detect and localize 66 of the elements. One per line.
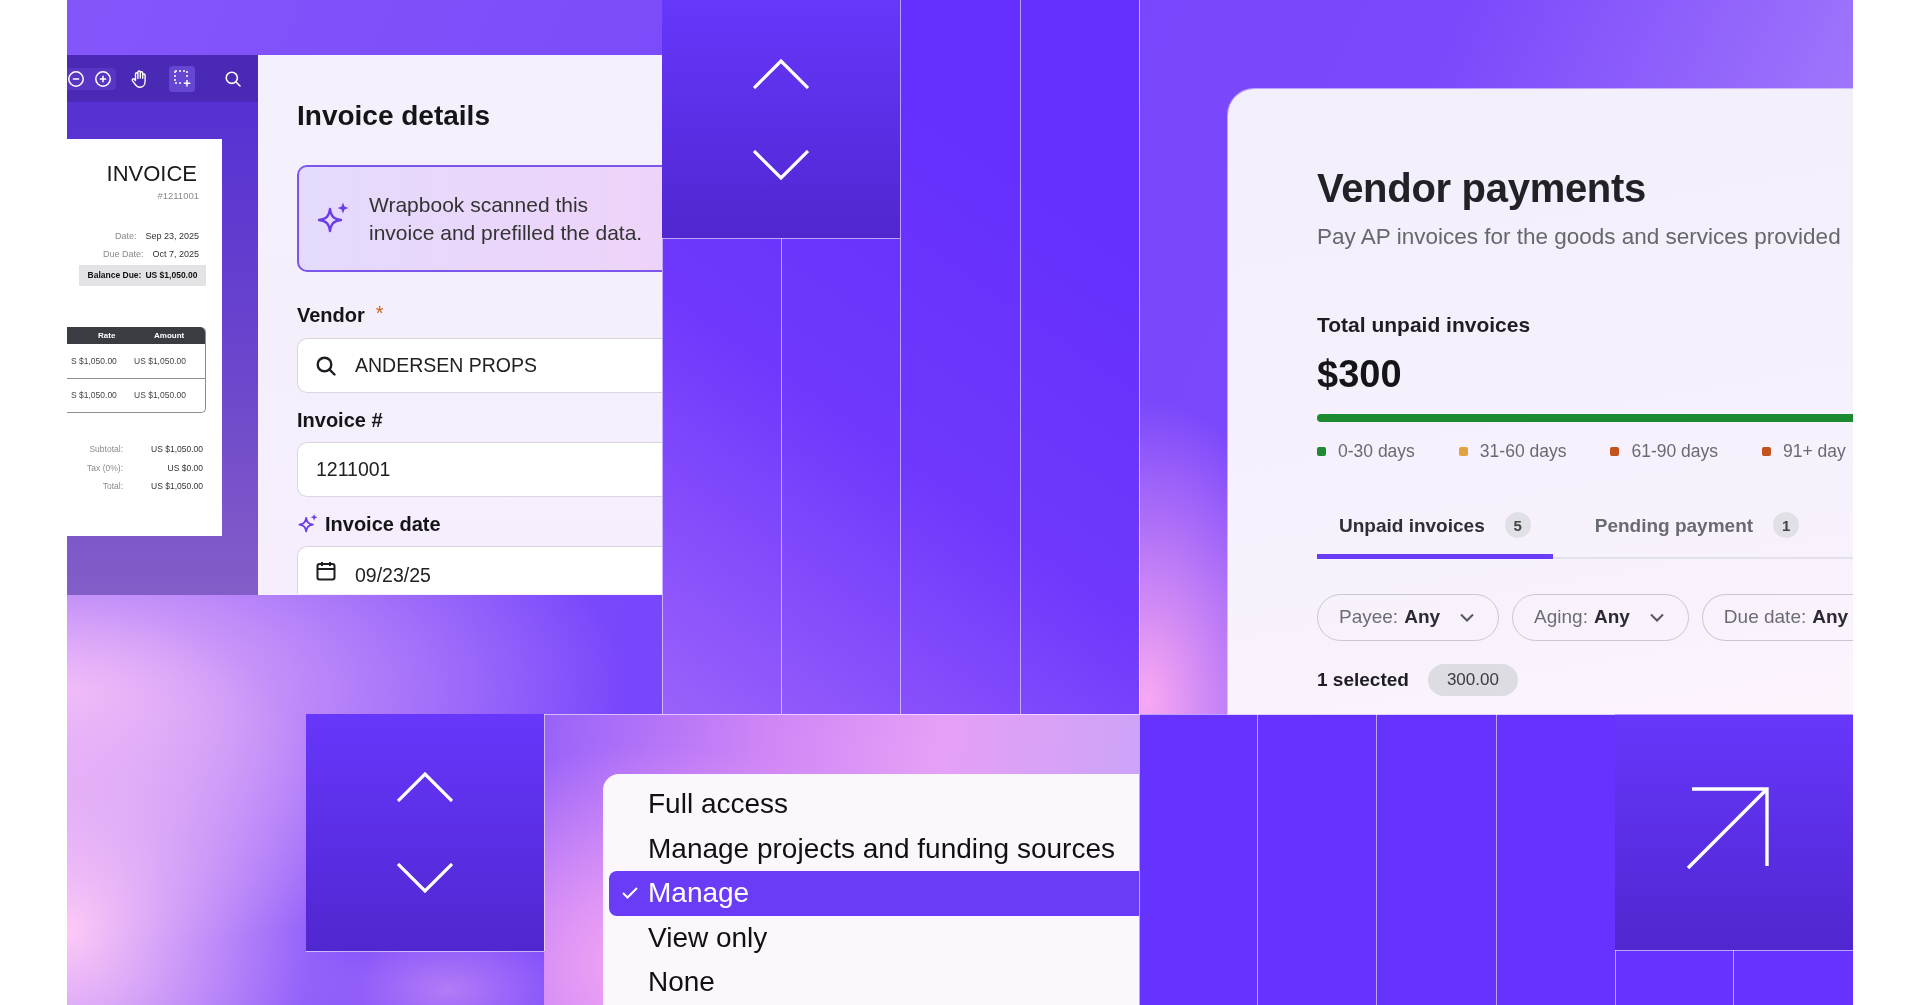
date-label: Date: xyxy=(114,230,137,243)
date-field[interactable]: 09/23/25 xyxy=(297,546,662,594)
field-label: Vendor xyxy=(297,303,365,327)
count-badge: 5 xyxy=(1504,512,1531,538)
page-subtitle: Pay AP invoices for the goods and services provided xyxy=(1317,223,1841,251)
chevron-down-icon xyxy=(1460,613,1475,622)
search-icon xyxy=(316,356,336,376)
chevron-down-icon xyxy=(1649,613,1664,622)
total-label: Total: xyxy=(101,480,123,493)
chevron-down-icon xyxy=(397,863,453,893)
count-badge: 1 xyxy=(1773,512,1800,538)
page-title: Vendor payments xyxy=(1317,165,1646,212)
legend-label: 61-90 days xyxy=(1631,440,1719,462)
legend-label: 31-60 days xyxy=(1479,440,1567,462)
column-header: Rate xyxy=(97,330,117,342)
chevron-down-icon xyxy=(753,149,809,180)
amount-badge: 300.00 xyxy=(1427,664,1518,696)
select-area-button[interactable] xyxy=(169,65,195,92)
tab[interactable]: Pending payment 1 xyxy=(1572,495,1822,559)
balance-amount: US $1,050.00 xyxy=(145,269,198,282)
date-value: Sep 23, 2025 xyxy=(145,230,199,243)
table-cell-text: S $1,050.00 xyxy=(70,389,118,402)
table-cell-text: S $1,050.00 xyxy=(70,354,118,368)
table-cell-text: US $1,050.00 xyxy=(133,354,187,368)
total-label: Tax (0%): xyxy=(86,461,123,475)
chevron-up-icon xyxy=(397,772,453,802)
zoom-in-button[interactable] xyxy=(90,67,116,90)
hand-icon xyxy=(130,69,148,88)
total-value: US $1,050.00 xyxy=(150,480,203,493)
search-field[interactable]: ANDERSEN PROPS xyxy=(297,338,662,393)
minus-circle-icon xyxy=(68,70,84,87)
check-icon xyxy=(622,887,638,900)
menu-option[interactable]: Manage xyxy=(609,871,1139,916)
document-title: INVOICE xyxy=(106,163,197,185)
menu-option[interactable]: Full access xyxy=(609,782,1139,827)
chevron-up-icon xyxy=(753,58,809,89)
field-label: Invoice date xyxy=(325,512,441,536)
notice-text: Wrapbook scanned this invoice and prefilled the data. xyxy=(369,191,644,246)
total-label: Subtotal: xyxy=(88,443,123,456)
calendar-icon xyxy=(316,561,336,581)
date-value: Oct 7, 2025 xyxy=(152,248,199,261)
total-value: US $0.00 xyxy=(166,461,203,475)
required-mark: * xyxy=(375,303,384,323)
tab[interactable]: Unpaid invoices 5 xyxy=(1317,495,1553,559)
arrow-up-right-icon xyxy=(1686,786,1770,870)
menu-option[interactable]: View only xyxy=(609,915,1139,960)
column-header: Amount xyxy=(153,330,186,342)
invoice-number: #1211001 xyxy=(157,190,199,201)
form-title: Invoice details xyxy=(297,99,490,133)
legend-label: 0-30 days xyxy=(1338,440,1415,462)
summary-label: Total unpaid invoices xyxy=(1317,312,1531,338)
selection-count: 1 selected xyxy=(1317,667,1409,692)
dashed-square-plus-icon xyxy=(173,70,191,87)
plus-circle-icon xyxy=(95,70,111,87)
text-field[interactable]: 1211001 xyxy=(297,442,662,497)
field-label: Invoice # xyxy=(297,408,383,432)
menu-option[interactable]: Manage projects and funding sources xyxy=(609,826,1139,871)
table-cell-text: US $1,050.00 xyxy=(133,389,187,402)
balance-label: Balance Due: xyxy=(87,269,142,282)
total-value: US $1,050.00 xyxy=(150,443,203,456)
zoom-out-button[interactable] xyxy=(67,67,90,90)
legend-label: 91+ day xyxy=(1783,440,1846,462)
total-amount: $300 xyxy=(1317,352,1402,396)
date-label: Due Date: xyxy=(102,248,144,261)
search-icon xyxy=(225,70,241,87)
menu-option[interactable]: None xyxy=(609,960,1139,1005)
